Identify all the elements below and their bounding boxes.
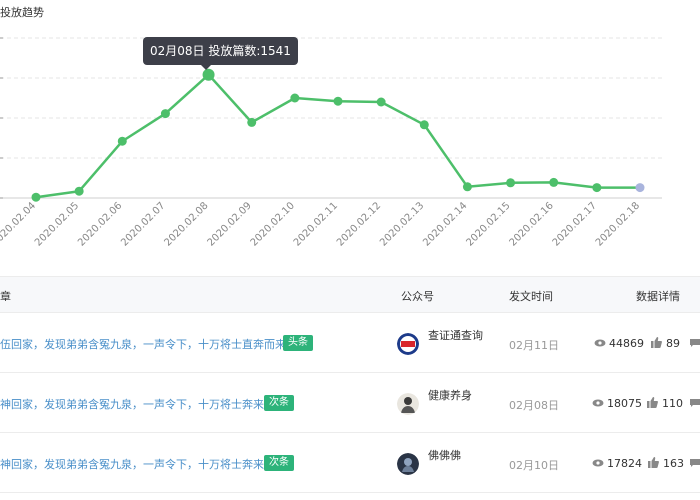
comment-icon <box>690 339 700 347</box>
like-count: 89 <box>666 337 680 350</box>
publish-date: 02月08日 <box>509 399 559 412</box>
comment-icon <box>690 459 700 467</box>
thumbs-up-icon <box>648 457 659 468</box>
data-point <box>506 178 516 188</box>
data-point <box>202 68 215 81</box>
table-row[interactable]: 神回家，发现弟弟含冤九泉，一声令下，十万将士奔来. 次条 健康养身 02月08日… <box>0 373 700 433</box>
x-tick-label: 2020.02.10 <box>249 200 297 248</box>
chart-tooltip: 02月08日 投放篇数:1541 <box>143 37 298 70</box>
like-count: 110 <box>662 397 683 410</box>
article-title-link[interactable]: 神回家，发现弟弟含冤九泉，一声令下，十万将士奔来. <box>0 396 268 412</box>
data-point <box>74 186 84 196</box>
data-point <box>117 136 127 146</box>
view-count: 44869 <box>609 337 644 350</box>
trend-chart: 2020.02.042020.02.052020.02.062020.02.07… <box>0 37 662 249</box>
x-tick-label: 2020.02.13 <box>378 200 426 248</box>
x-tick-label: 2020.02.06 <box>76 200 124 248</box>
data-point <box>462 182 472 192</box>
header-account: 公众号 <box>401 290 434 303</box>
view-count: 17824 <box>607 457 642 470</box>
data-point <box>376 97 386 107</box>
x-tick-label: 2020.02.18 <box>594 200 642 248</box>
thumbs-up-icon <box>651 337 662 348</box>
series-line <box>35 73 640 199</box>
data-point <box>549 177 559 187</box>
comment-icon <box>690 399 700 407</box>
table-row[interactable]: 神回家，发现弟弟含冤九泉，一声令下，十万将士奔来. 次条 佛佛佛 02月10日 … <box>0 433 700 493</box>
publish-date: 02月10日 <box>509 459 559 472</box>
data-point <box>419 120 429 130</box>
account-name[interactable]: 佛佛佛 <box>428 447 461 463</box>
x-tick-label: 2020.02.15 <box>464 200 512 248</box>
data-point <box>635 183 645 193</box>
data-point <box>160 109 170 119</box>
position-tag: 次条 <box>264 395 294 411</box>
x-tick-label: 2020.02.16 <box>508 200 556 248</box>
x-tick-label: 2020.02.09 <box>206 200 254 248</box>
position-tag: 头条 <box>283 335 313 351</box>
account-avatar <box>397 393 419 415</box>
eye-icon <box>592 459 604 467</box>
eye-icon <box>592 399 604 407</box>
publish-date: 02月11日 <box>509 339 559 352</box>
article-title-link[interactable]: 神回家，发现弟弟含冤九泉，一声令下，十万将士奔来. <box>0 456 268 472</box>
header-details: 数据详情 <box>636 290 680 303</box>
data-point <box>31 192 41 202</box>
x-tick-label: 2020.02.17 <box>551 200 599 248</box>
data-point <box>290 93 300 103</box>
x-tick-label: 2020.02.08 <box>162 200 210 248</box>
account-name[interactable]: 查证通查询 <box>428 327 483 343</box>
table-header: 章 公众号 发文时间 数据详情 <box>0 276 700 313</box>
table-row[interactable]: 伍回家，发现弟弟含冤九泉，一声令下，十万将士直奔而来 头条 查证通查询 02月1… <box>0 313 700 373</box>
like-count: 163 <box>663 457 684 470</box>
view-count: 18075 <box>607 397 642 410</box>
x-tick-label: 2020.02.07 <box>119 200 167 248</box>
account-avatar <box>397 333 419 355</box>
account-name[interactable]: 健康养身 <box>428 387 472 403</box>
x-tick-label: 2020.02.11 <box>292 200 340 248</box>
article-table: 章 公众号 发文时间 数据详情 伍回家，发现弟弟含冤九泉，一声令下，十万将士直奔… <box>0 276 700 493</box>
data-point <box>592 183 602 193</box>
thumbs-up-icon <box>647 397 658 408</box>
eye-icon <box>594 339 606 347</box>
data-point <box>333 96 343 106</box>
article-title-link[interactable]: 伍回家，发现弟弟含冤九泉，一声令下，十万将士直奔而来 <box>0 336 286 352</box>
x-tick-label: 2020.02.14 <box>421 200 469 248</box>
account-avatar <box>397 453 419 475</box>
position-tag: 次条 <box>264 455 294 471</box>
x-tick-label: 2020.02.05 <box>33 200 81 248</box>
x-tick-label: 2020.02.12 <box>335 200 383 248</box>
header-article: 章 <box>0 290 11 303</box>
header-date: 发文时间 <box>509 290 553 303</box>
data-point <box>247 117 257 127</box>
